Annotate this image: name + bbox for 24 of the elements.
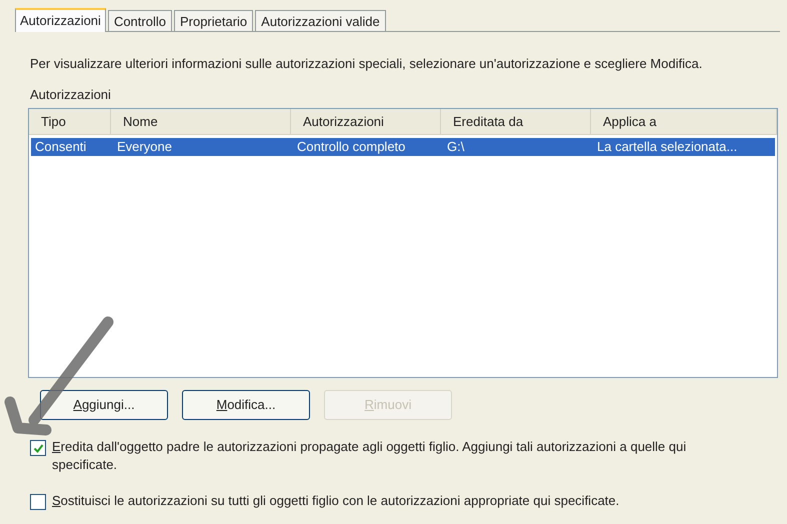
tab[interactable]: Controllo — [108, 10, 172, 31]
checkbox-label: Eredita dall'oggetto padre le autorizzazioni propagate agli oggetti figlio. Aggiungi tali autorizzazioni a quelle qui specificate. — [52, 438, 688, 474]
column-header[interactable]: Nome — [111, 109, 291, 134]
column-header[interactable]: Applica a — [591, 109, 777, 134]
button[interactable]: Aggiungi... — [40, 390, 168, 420]
column-header[interactable]: Ereditata da — [441, 109, 591, 134]
checkbox-label: Sostituisci le autorizzazioni su tutti gli oggetti figlio con le autorizzazioni appropriate qui specificate. — [52, 492, 620, 510]
list-label: Autorizzazioni — [30, 86, 112, 104]
table-cell-text: La cartella selezionata... — [596, 138, 738, 156]
table-cell-text: G:\ — [446, 138, 466, 156]
tab[interactable]: Proprietario — [174, 10, 254, 31]
table-cell-text: Controllo completo — [296, 138, 406, 156]
column-header[interactable]: Autorizzazioni — [291, 109, 441, 134]
check-icon — [32, 442, 44, 454]
column-header[interactable]: Tipo — [29, 109, 111, 134]
tab[interactable]: Autorizzazioni valide — [255, 10, 386, 31]
button[interactable]: Modifica... — [182, 390, 310, 420]
tab[interactable]: Autorizzazioni — [15, 8, 106, 32]
checkbox[interactable] — [30, 494, 46, 510]
instruction-text: Per visualizzare ulteriori informazioni sulle autorizzazioni speciali, selezionare un'autorizzazione e scegliere Modifica. — [30, 55, 704, 73]
table-cell-text: Consenti — [34, 138, 88, 156]
checkbox[interactable] — [30, 440, 46, 456]
table-cell-text: Everyone — [116, 138, 173, 156]
table-row[interactable]: Consenti Everyone Controllo completo G:\ La cartella selezionata... — [31, 138, 775, 156]
